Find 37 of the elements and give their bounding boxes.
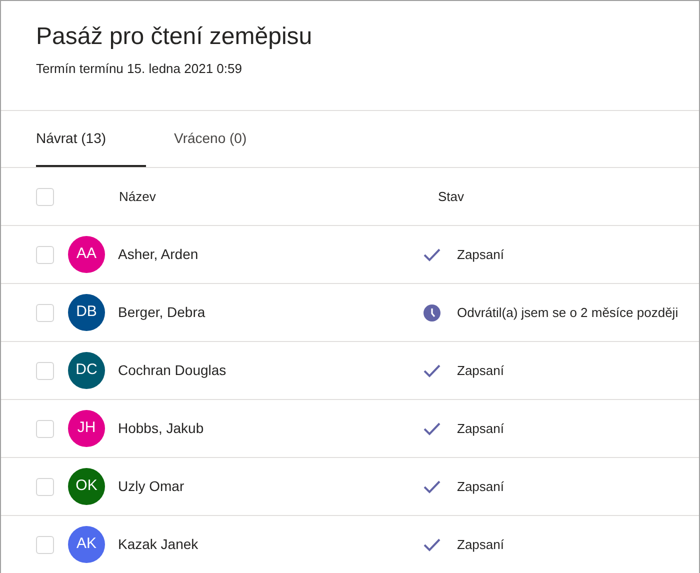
checkbox[interactable] — [36, 536, 54, 554]
column-header: Název — [119, 188, 157, 206]
tab[interactable]: Návrat (13) — [36, 111, 146, 167]
clock-icon — [423, 304, 441, 322]
status-text: Odvrátil(a) jsem se o 2 měsíce později — [457, 304, 678, 322]
avatar: JH — [68, 410, 105, 447]
student-name: Hobbs, Jakub — [118, 419, 205, 438]
checkmark-icon — [423, 480, 441, 494]
checkbox[interactable] — [36, 246, 54, 264]
student-name: Cochran Douglas — [118, 361, 228, 380]
checkmark-icon — [423, 248, 441, 262]
checkmark-icon — [423, 422, 441, 436]
status-text: Zapsaní — [457, 420, 504, 438]
checkbox[interactable] — [36, 478, 54, 496]
status-text: Zapsaní — [457, 246, 504, 264]
due-date: Termín termínu 15. ledna 2021 0:59 — [36, 60, 243, 78]
student-name: Asher, Arden — [118, 245, 200, 264]
status-text: Zapsaní — [457, 478, 504, 496]
avatar: DC — [68, 352, 105, 389]
student-name: Uzly Omar — [118, 477, 186, 496]
student-name: Kazak Janek — [118, 535, 200, 554]
checkbox[interactable] — [36, 420, 54, 438]
checkbox[interactable] — [36, 188, 54, 206]
checkmark-icon — [423, 538, 441, 552]
checkbox[interactable] — [36, 304, 54, 322]
avatar: AA — [68, 236, 105, 273]
student-name: Berger, Debra — [118, 303, 206, 322]
checkbox[interactable] — [36, 362, 54, 380]
avatar: DB — [68, 294, 105, 331]
avatar: AK — [68, 526, 105, 563]
page-title: Pasáž pro čtení zeměpisu — [36, 23, 314, 51]
column-header: Stav — [438, 188, 464, 206]
status-text: Zapsaní — [457, 362, 504, 380]
checkmark-icon — [423, 364, 441, 378]
avatar: OK — [68, 468, 105, 505]
tab[interactable]: Vráceno (0) — [174, 111, 274, 167]
status-text: Zapsaní — [457, 536, 504, 554]
